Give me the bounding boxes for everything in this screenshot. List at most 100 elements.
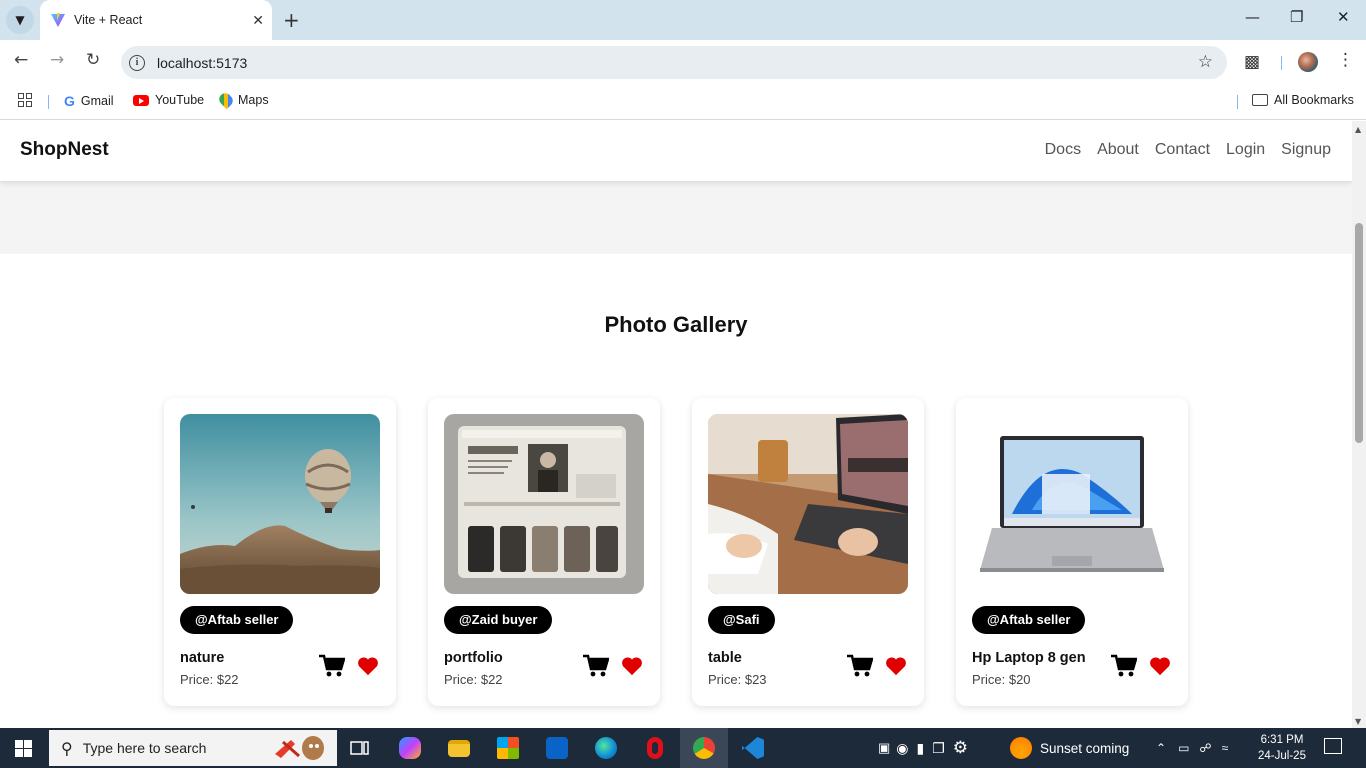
product-image-portfolio[interactable] (444, 414, 644, 594)
windows-start-icon[interactable] (15, 740, 32, 757)
close-tab-icon[interactable]: ✕ (252, 12, 264, 29)
bookmark-maps[interactable]: Maps (216, 90, 269, 110)
weather-widget[interactable]: Sunset coming (1010, 728, 1129, 768)
forward-arrow-icon[interactable]: → (50, 50, 64, 70)
all-bookmarks-button[interactable]: All Bookmarks (1252, 93, 1354, 107)
snipping-tool-icon[interactable]: ▣ (878, 740, 890, 756)
tab-search-button[interactable]: ▼ (6, 6, 34, 34)
sunset-icon (1010, 737, 1032, 759)
taskbar-clock[interactable]: 6:31 PM 24-Jul-25 (1252, 732, 1312, 764)
heart-icon[interactable] (1149, 655, 1171, 677)
search-icon: ⚲ (61, 738, 73, 758)
bookmark-star-icon[interactable]: ☆ (1198, 52, 1213, 72)
cart-icon[interactable] (583, 654, 609, 678)
product-image-laptop[interactable] (972, 414, 1172, 594)
task-view-icon[interactable] (336, 728, 384, 768)
browser-toolbar: ← → ↻ i localhost:5173 ☆ ▩ ⋮ (0, 40, 1366, 85)
chevron-down-icon: ▼ (15, 13, 25, 27)
vite-logo-icon (51, 13, 65, 27)
taskbar-search-box[interactable]: ⚲ Type here to search (49, 730, 337, 766)
video-icon[interactable]: ▮ (917, 740, 925, 757)
new-tab-icon[interactable]: + (283, 8, 300, 32)
outlook-icon[interactable] (533, 728, 581, 768)
bookmark-youtube[interactable]: YouTube (133, 93, 204, 107)
bookmark-gmail[interactable]: G Gmail (64, 93, 114, 109)
profile-avatar[interactable] (1298, 52, 1318, 72)
site-navbar: ShopNest Docs About Contact Login Signup (0, 121, 1352, 181)
page-scrollbar[interactable]: ▲ ▼ (1352, 121, 1366, 728)
heart-icon[interactable] (885, 655, 907, 677)
seller-badge[interactable]: @Aftab seller (180, 606, 294, 634)
scroll-up-icon[interactable]: ▲ (1355, 125, 1361, 134)
close-window-icon[interactable]: ✕ (1337, 8, 1350, 26)
scrollbar-thumb[interactable] (1355, 223, 1363, 443)
tab-title: Vite + React (74, 13, 143, 27)
chevron-up-icon[interactable]: ⌃ (1156, 741, 1166, 755)
site-info-icon[interactable]: i (129, 54, 145, 71)
browser-tabstrip: ▼ Vite + React ✕ + — ❐ ✕ (0, 0, 1366, 40)
cart-icon[interactable] (847, 654, 873, 678)
apps-grid-icon[interactable] (18, 93, 32, 107)
cart-icon[interactable] (319, 654, 345, 678)
browser-tab[interactable]: Vite + React ✕ (40, 0, 272, 40)
nav-link-login[interactable]: Login (1226, 141, 1265, 159)
copilot-icon[interactable] (386, 728, 434, 768)
seller-badge[interactable]: @Safi (708, 606, 775, 634)
edge-browser-icon[interactable] (582, 728, 630, 768)
windows-stack-icon[interactable]: ❐ (932, 740, 945, 757)
bookmark-label: Maps (238, 93, 269, 107)
back-arrow-icon[interactable]: ← (14, 50, 28, 70)
product-price: Price: $22 (180, 672, 239, 687)
search-highlight-icon (275, 736, 324, 760)
wifi-icon[interactable]: ≈ (1222, 741, 1229, 755)
heart-icon[interactable] (357, 655, 379, 677)
product-card: @Zaid buyer portfolio Price: $22 (428, 398, 660, 706)
url-text[interactable]: localhost:5173 (157, 55, 247, 71)
chrome-browser-icon[interactable] (680, 728, 728, 768)
extensions-puzzle-icon[interactable]: ▩ (1244, 52, 1260, 72)
seller-badge[interactable]: @Zaid buyer (444, 606, 553, 634)
vscode-icon[interactable] (729, 728, 777, 768)
bookmarks-bar: G Gmail YouTube Maps All Bookmarks (0, 85, 1366, 120)
gmail-icon: G (64, 93, 75, 109)
scroll-down-icon[interactable]: ▼ (1355, 717, 1361, 726)
bookmarks-divider (48, 95, 49, 109)
bookmark-label: YouTube (155, 93, 205, 107)
minimize-icon[interactable]: — (1245, 8, 1260, 26)
gallery-title: Photo Gallery (604, 312, 748, 337)
nav-link-docs[interactable]: Docs (1045, 141, 1081, 159)
product-price: Price: $23 (708, 672, 767, 687)
more-menu-icon[interactable]: ⋮ (1337, 50, 1354, 70)
product-image-desk-laptop[interactable] (708, 414, 908, 594)
system-tray: ⌃ ▭ ☍ ≈ (1156, 728, 1228, 768)
all-bookmarks-label: All Bookmarks (1274, 93, 1354, 107)
brand-logo[interactable]: ShopNest (20, 139, 109, 161)
heart-icon[interactable] (621, 655, 643, 677)
reload-icon[interactable]: ↻ (86, 50, 100, 70)
seller-badge[interactable]: @Aftab seller (972, 606, 1086, 634)
bookmark-label: Gmail (80, 94, 114, 108)
file-explorer-icon[interactable] (435, 728, 483, 768)
cart-icon[interactable] (1111, 654, 1137, 678)
nav-link-about[interactable]: About (1097, 141, 1139, 159)
nav-link-contact[interactable]: Contact (1155, 141, 1210, 159)
network-icon[interactable]: ☍ (1199, 741, 1211, 755)
product-card: @Aftab seller nature Price: $22 (164, 398, 396, 706)
camera-icon[interactable]: ◉ (896, 740, 908, 757)
settings-gear-icon[interactable]: ⚙ (953, 738, 968, 758)
product-price: Price: $22 (444, 672, 503, 687)
toolbar-divider (1281, 56, 1282, 70)
tray-quick-icons: ▣ ◉ ▮ ❐ ⚙ (878, 728, 968, 768)
restore-icon[interactable]: ❐ (1290, 8, 1303, 26)
bookmarks-divider (1237, 95, 1238, 109)
product-name: nature (180, 650, 225, 666)
weather-text: Sunset coming (1040, 740, 1130, 756)
nav-link-signup[interactable]: Signup (1281, 141, 1331, 159)
product-name: portfolio (444, 650, 503, 666)
product-image-balloon[interactable] (180, 414, 380, 594)
notifications-icon[interactable] (1324, 738, 1342, 754)
address-bar[interactable]: i localhost:5173 ☆ (121, 46, 1227, 79)
opera-browser-icon[interactable] (631, 728, 679, 768)
battery-icon[interactable]: ▭ (1178, 741, 1189, 755)
microsoft-store-icon[interactable] (484, 728, 532, 768)
